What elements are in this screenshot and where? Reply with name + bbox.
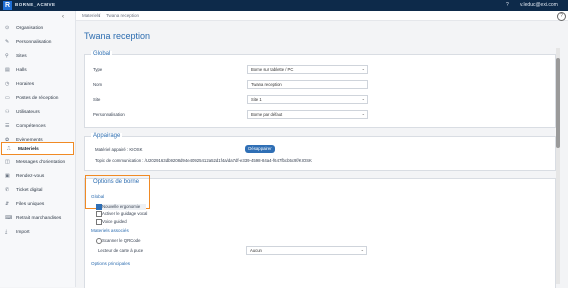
clock-icon: ◷ [5, 81, 10, 87]
sidebar-item-postes[interactable]: ▭ Postes de réception [0, 92, 75, 104]
sidebar-item-sites[interactable]: ⚲ Sites [0, 50, 75, 62]
location-icon: ⚲ [5, 53, 9, 59]
sidebar-item-label: Import [16, 229, 30, 235]
card-reader-select[interactable]: Aucun ⌄ [246, 246, 367, 255]
collapse-sidebar-icon[interactable]: ‹ [62, 14, 64, 20]
building-icon: ▤ [5, 67, 10, 73]
sidebar: ‹ ⊙ Organisation ✎ Personnalisation ⚲ Si… [0, 11, 76, 287]
sidebar-item-label: Rendez-vous [16, 173, 45, 179]
card-reader-label: Lecteur de carte à puce [98, 248, 144, 253]
sidebar-item-personnalisation[interactable]: ✎ Personnalisation [0, 36, 75, 48]
nom-input[interactable]: Twana reception [247, 80, 368, 89]
sidebar-item-label: Materiels [18, 146, 39, 152]
appairage-section: Appairage Matériel appairé : KIOSK Désap… [84, 133, 556, 171]
app-logo: R [3, 1, 12, 10]
breadcrumb: Materiels / Twana reception [76, 11, 568, 21]
phone-icon: ✆ [5, 187, 10, 193]
card-reader-select-value: Aucun [250, 248, 262, 253]
sidebar-item-label: Postes de réception [16, 95, 59, 101]
global-section: Global Type Borne sur tablette / PC ⌄ No… [84, 51, 556, 128]
sidebar-item-label: Compétences [16, 123, 46, 129]
import-icon: ⤓ [5, 229, 8, 235]
sidebar-item-label: Utilisateurs [16, 109, 40, 115]
chevron-down-icon: ⌄ [361, 111, 365, 116]
personnalisation-select[interactable]: Borne par défaut ⌄ [247, 110, 368, 119]
organisation-icon: ⊙ [5, 25, 10, 31]
type-select[interactable]: Borne sur tablette / PC ⌄ [247, 65, 368, 74]
users-icon: ⚇ [5, 109, 10, 115]
type-select-value: Borne sur tablette / PC [251, 67, 294, 72]
nom-label: Nom [93, 82, 103, 87]
communication-topic: Topic de communication : /U2029163db9208… [95, 158, 312, 163]
page-title: Twana reception [84, 31, 151, 41]
sidebar-item-materiels[interactable]: ⎍ Materiels [1, 142, 74, 155]
nouvelle-ergonomie-label: Nouvelle ergonomie [102, 204, 141, 209]
type-label: Type [93, 67, 103, 72]
vertical-scrollbar[interactable] [556, 48, 560, 284]
unpair-button[interactable]: Désappairer [245, 145, 275, 153]
breadcrumb-parent[interactable]: Materiels [82, 13, 100, 18]
sidebar-item-competences[interactable]: ☰ Compétences [0, 120, 75, 132]
options-section [84, 178, 556, 288]
personnalisation-select-value: Borne par défaut [251, 112, 283, 117]
monitor-icon: ▭ [5, 95, 10, 101]
brush-icon: ✎ [5, 39, 10, 45]
sidebar-item-label: Ticket digital [16, 187, 43, 193]
sidebar-item-horaires[interactable]: ◷ Horaires [0, 78, 75, 90]
sidebar-item-label: Organisation [16, 25, 44, 31]
device-icon: ⎍ [7, 146, 11, 152]
materiels-associes-subtitle: Materiels associés [91, 228, 129, 233]
options-principales-subtitle: Options principales [91, 261, 131, 266]
sidebar-item-label: Halls [16, 67, 27, 73]
appairage-section-title: Appairage [91, 133, 123, 139]
options-section-title: Options de borne [93, 179, 140, 185]
sidebar-item-label: Retrait marchandises [16, 215, 62, 221]
breadcrumb-current: Twana reception [106, 13, 140, 18]
help-icon[interactable]: ? [557, 12, 566, 21]
help-menu-icon[interactable]: ? [506, 2, 509, 8]
chevron-down-icon: ⌄ [361, 66, 365, 71]
queue-icon: ⇵ [5, 201, 10, 207]
sidebar-item-label: Sites [16, 53, 27, 59]
sidebar-item-messages[interactable]: ◫ Messages d'orientation [0, 156, 75, 168]
guidage-vocal-label: Activer le guidage vocal [102, 211, 148, 216]
site-label: Site [93, 97, 101, 102]
sidebar-item-files-uniques[interactable]: ⇵ Files uniques [0, 198, 75, 210]
calendar-icon: ▣ [5, 173, 10, 179]
sidebar-item-organisation[interactable]: ⊙ Organisation [0, 22, 75, 34]
sidebar-item-label: Horaires [16, 81, 35, 87]
global-section-title: Global [91, 51, 113, 57]
sidebar-item-label: Files uniques [16, 201, 45, 207]
sidebar-item-label: Personnalisation [16, 39, 52, 45]
box-icon: ⌨ [5, 215, 13, 221]
chevron-down-icon: ⌄ [360, 247, 364, 252]
personnalisation-label: Personnalisation [93, 112, 125, 117]
scanner-qrcode-label: Scanner le QRCode [102, 238, 141, 243]
breadcrumb-separator: / [99, 13, 101, 18]
user-menu[interactable]: v.leduc@exi.com [520, 2, 558, 8]
top-bar: R BORNE_ACMVE ? v.leduc@exi.com [0, 0, 568, 11]
sidebar-item-utilisateurs[interactable]: ⚇ Utilisateurs [0, 106, 75, 118]
chevron-down-icon: ⌄ [361, 96, 365, 101]
sidebar-item-rendez-vous[interactable]: ▣ Rendez-vous [0, 170, 75, 182]
paired-device-label: Matériel appairé : KIOSK [95, 147, 143, 152]
sidebar-item-ticket-digital[interactable]: ✆ Ticket digital [0, 184, 75, 196]
scrollbar-thumb[interactable] [556, 58, 560, 148]
sidebar-item-halls[interactable]: ▤ Halls [0, 64, 75, 76]
voice-guided-label: Voice guided [102, 219, 127, 224]
sidebar-item-import[interactable]: ⤓ Import [0, 226, 75, 238]
brand-name: BORNE_ACMVE [15, 2, 56, 7]
options-global-subtitle: Global [91, 194, 105, 199]
site-select[interactable]: Site 1 ⌄ [247, 95, 368, 104]
nom-input-value: Twana reception [251, 82, 282, 87]
message-icon: ◫ [5, 159, 10, 165]
sidebar-item-label: Messages d'orientation [16, 159, 66, 165]
sidebar-item-retrait[interactable]: ⌨ Retrait marchandises [0, 212, 75, 224]
site-select-value: Site 1 [251, 97, 262, 102]
list-icon: ☰ [5, 123, 10, 129]
